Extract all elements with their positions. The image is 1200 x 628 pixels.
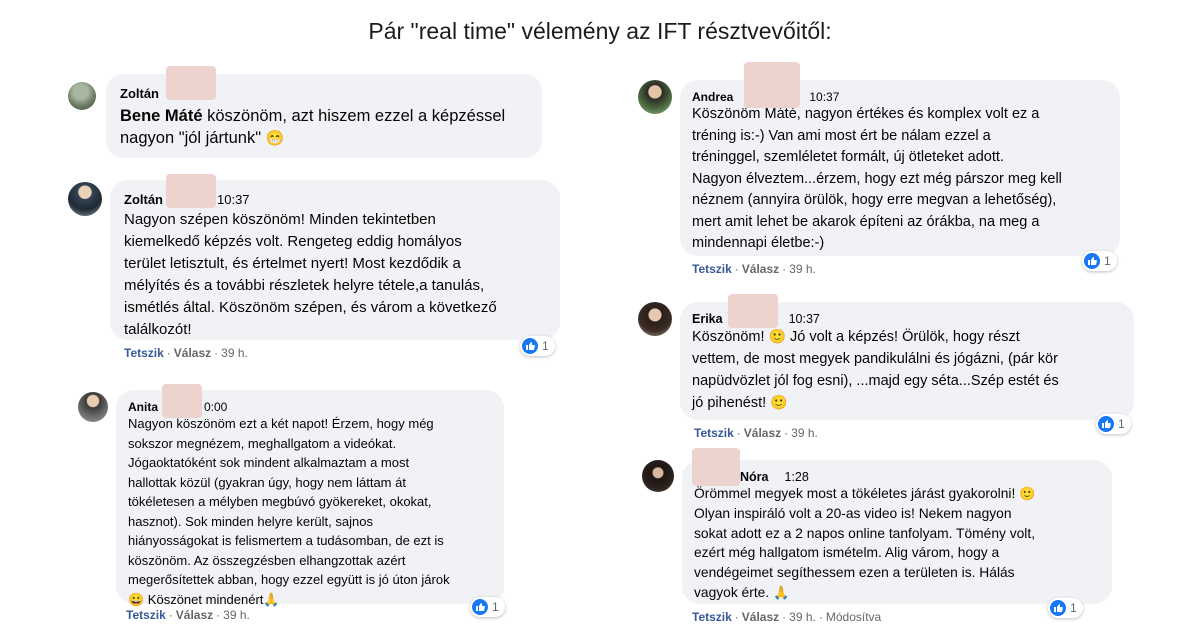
comment-text: Bene Máté köszönöm, azt hiszem ezzel a k…	[120, 107, 506, 148]
reaction-count[interactable]: 1	[1096, 414, 1131, 434]
comment-text: Köszönöm! 🙂 Jó volt a képzés! Örülök, ho…	[692, 328, 1059, 411]
redacted-surname	[162, 384, 202, 418]
comment-author-line: Nóra 1:28	[694, 470, 1100, 484]
redacted-surname	[692, 448, 740, 486]
smile-emoji-icon: 🙂	[1019, 486, 1036, 501]
reaction-count[interactable]: 1	[520, 336, 555, 356]
like-link[interactable]: Tetszik	[692, 262, 732, 276]
redacted-surname	[166, 174, 216, 208]
reaction-number: 1	[542, 339, 549, 353]
edited-label[interactable]: Módosítva	[826, 610, 881, 624]
avatar[interactable]	[642, 460, 674, 492]
comment-actions: Tetszik · Válasz · 39 h.	[124, 346, 248, 360]
reply-link[interactable]: Válasz	[742, 610, 779, 624]
reply-link[interactable]: Válasz	[742, 262, 779, 276]
smile-emoji-icon: 😀	[128, 591, 145, 607]
comment-age[interactable]: 39 h.	[789, 610, 816, 624]
mention-link[interactable]: Bene Máté	[120, 107, 203, 125]
comment-text: Nagyon szépen köszönöm! Minden tekintetb…	[124, 211, 497, 338]
avatar[interactable]	[68, 82, 96, 110]
reaction-count[interactable]: 1	[1048, 598, 1083, 618]
reply-link[interactable]: Válasz	[176, 608, 213, 622]
like-link[interactable]: Tetszik	[694, 426, 734, 440]
thumbs-up-icon	[1084, 253, 1100, 269]
thumbs-up-icon	[1098, 416, 1114, 432]
reaction-number: 1	[1104, 254, 1111, 268]
comment-actions: Tetszik · Válasz · 39 h. · Módosítva	[692, 610, 882, 624]
avatar[interactable]	[68, 182, 102, 216]
redacted-surname	[728, 294, 778, 328]
comment-author[interactable]: Erika	[692, 312, 723, 326]
comment-actions: Tetszik · Válasz · 39 h.	[126, 608, 250, 622]
reaction-count[interactable]: 1	[470, 597, 505, 617]
thumbs-up-icon	[522, 338, 538, 354]
like-link[interactable]: Tetszik	[692, 610, 732, 624]
reaction-number: 1	[1118, 417, 1125, 431]
like-link[interactable]: Tetszik	[124, 346, 164, 360]
comment-bubble: Nóra 1:28 Örömmel megyek most a tökéletes…	[682, 460, 1112, 604]
reply-link[interactable]: Válasz	[174, 346, 211, 360]
reaction-number: 1	[492, 600, 499, 614]
comment-author[interactable]: Zoltán	[124, 192, 163, 207]
like-link[interactable]: Tetszik	[126, 608, 166, 622]
comment-actions: Tetszik · Válasz · 39 h.	[694, 426, 818, 440]
smile-emoji-icon: 🙂	[768, 328, 787, 344]
comment-time[interactable]: 1:28	[784, 470, 808, 484]
comment-age[interactable]: 39 h.	[791, 426, 818, 440]
comment-time[interactable]: 10:37	[217, 192, 250, 207]
comment-text: Nagyon köszönöm ezt a két napot! Érzem, …	[128, 416, 450, 607]
comment-actions: Tetszik · Válasz · 39 h.	[692, 262, 816, 276]
reaction-number: 1	[1070, 601, 1077, 615]
comment-time[interactable]: 10:37	[809, 90, 839, 104]
folded-hands-emoji-icon: 🙏	[773, 584, 790, 600]
thumbs-up-icon	[472, 599, 488, 615]
reaction-count[interactable]: 1	[1082, 251, 1117, 271]
comment-author[interactable]: Nóra	[740, 470, 768, 484]
comment-age[interactable]: 39 h.	[223, 608, 250, 622]
smile-emoji-icon: 🙂	[770, 394, 788, 410]
comment-author[interactable]: Anita	[128, 400, 158, 414]
comment-time[interactable]: 10:37	[789, 312, 820, 326]
thumbs-up-icon	[1050, 600, 1066, 616]
folded-hands-emoji-icon: 🙏	[263, 591, 280, 607]
comment-text: Köszönöm Máté, nagyon értékes és komplex…	[692, 106, 1062, 251]
avatar[interactable]	[638, 302, 672, 336]
comment-author[interactable]: Andrea	[692, 90, 733, 104]
page-title: Pár "real time" vélemény az IFT résztvev…	[368, 18, 832, 44]
redacted-surname	[744, 62, 800, 108]
grinning-emoji-icon: 😁	[265, 130, 285, 148]
comment-time[interactable]: 0:00	[204, 400, 227, 414]
comment-age[interactable]: 39 h.	[221, 346, 248, 360]
avatar[interactable]	[78, 392, 108, 422]
comment-text: Örömmel megyek most a tökéletes járást g…	[694, 486, 1036, 600]
avatar[interactable]	[638, 80, 672, 114]
comment-bubble: Anita 0:00 Nagyon köszönöm ezt a két napo…	[116, 390, 504, 607]
reply-link[interactable]: Válasz	[744, 426, 781, 440]
comment-age[interactable]: 39 h.	[789, 262, 816, 276]
redacted-surname	[166, 66, 216, 100]
